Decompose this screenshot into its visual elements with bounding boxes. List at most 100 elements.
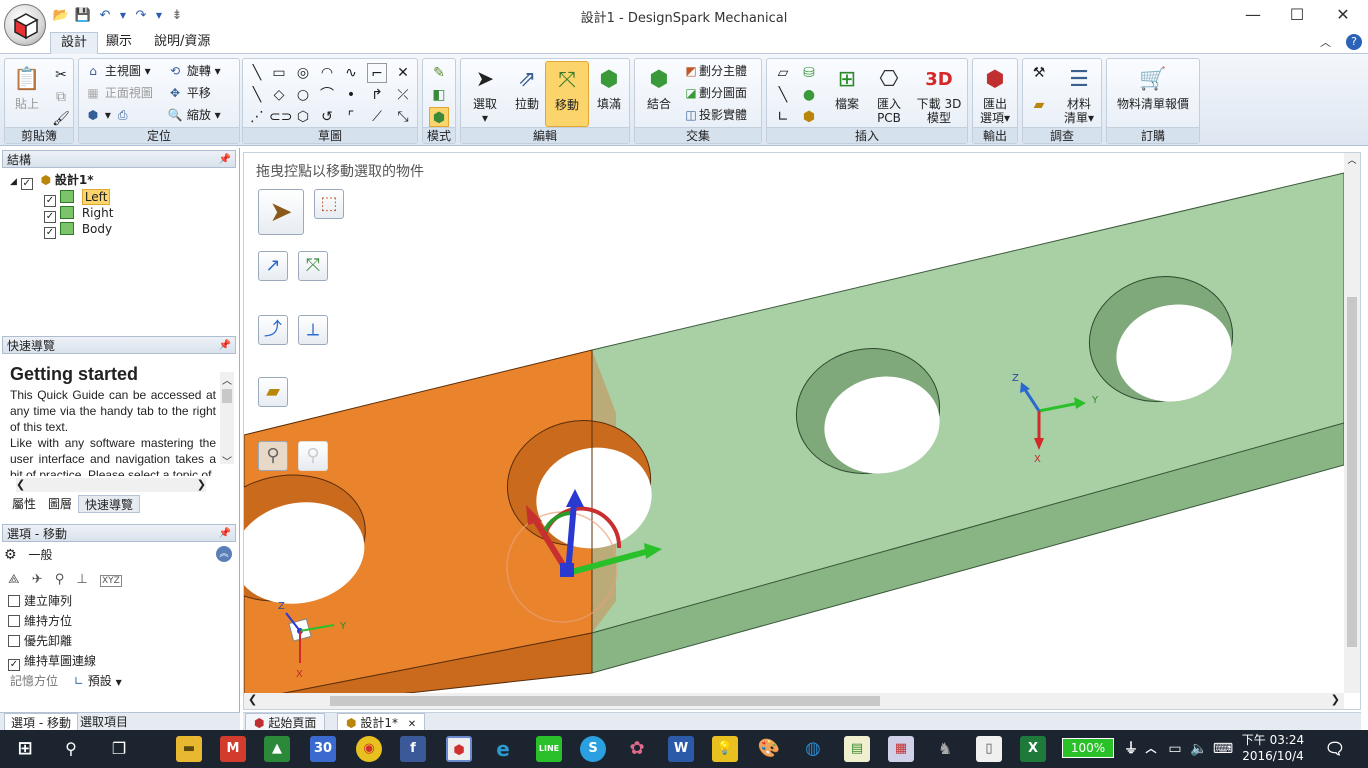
viewport-vscroll[interactable]: ︿ — [1344, 153, 1360, 693]
circle-icon[interactable]: ◎ — [293, 63, 313, 83]
fill-button[interactable]: ⬢ 填滿 — [587, 61, 631, 111]
quickguide-vscroll[interactable]: ︿ ﹀ — [220, 372, 234, 468]
tray-expand-icon[interactable]: ︿ — [1138, 736, 1164, 762]
facebook-icon[interactable]: f — [400, 736, 426, 762]
sphere-icon[interactable]: ● — [799, 85, 819, 105]
scroll-thumb[interactable] — [330, 696, 880, 706]
tab-options-move[interactable]: 選項 - 移動 — [4, 713, 78, 731]
minimize-button[interactable]: — — [1230, 0, 1276, 30]
shell-icon[interactable]: ⬢ — [799, 107, 819, 127]
mirror-icon[interactable]: ⟋ — [367, 107, 387, 127]
tree-root[interactable]: ◢ ✓ ⬢ 設計1* — [10, 172, 94, 190]
select-body-guide[interactable]: ⬚ — [314, 189, 344, 219]
pin-icon[interactable]: 📌 — [219, 151, 231, 169]
point-icon[interactable]: • — [341, 85, 361, 105]
move-button[interactable]: ⤧ 移動 — [545, 61, 589, 127]
ruler-icon[interactable]: ⚲ — [55, 572, 65, 587]
3d-viewport[interactable]: Z Y X Z Y X 拖曳控點以移動選取的物件 ➤ ⬚ ↗ ⤧ ⤴ ⟂ ▰ ⚲… — [243, 152, 1361, 710]
tab-design[interactable]: 設計 — [50, 32, 99, 54]
internet-explorer-icon[interactable]: e — [490, 736, 516, 762]
combine-button[interactable]: ⬢ 結合 — [637, 61, 681, 111]
pivot-guide[interactable]: ⟂ — [298, 315, 328, 345]
file-explorer-icon[interactable]: ▬ — [176, 736, 202, 762]
help-icon[interactable]: ? — [1346, 34, 1362, 50]
viewport-hscroll[interactable]: ❮ ❯ — [244, 693, 1344, 709]
checkbox[interactable] — [8, 615, 20, 627]
option-maintain-sketch[interactable]: ✓ 維持草圖連線 — [8, 653, 96, 671]
tab-quickguide[interactable]: 快速導覽 — [78, 495, 141, 513]
import-pcb-button[interactable]: ⎔ 匯入 PCB — [867, 61, 911, 125]
chart-app-icon[interactable]: ▤ — [844, 736, 870, 762]
select-tool-guide[interactable]: ➤ — [258, 189, 304, 235]
scroll-right-icon[interactable]: ❯ — [197, 478, 206, 491]
doc-tab-design1[interactable]: ⬢ 設計1* ✕ — [337, 713, 426, 731]
google-drive-icon[interactable]: ▲ — [264, 736, 290, 762]
scroll-thumb[interactable] — [222, 389, 232, 403]
ellipse-icon[interactable]: ○ — [293, 85, 313, 105]
xyz-icon[interactable]: XYZ — [99, 575, 122, 587]
project-body-button[interactable]: ◫ 投影實體 — [683, 105, 747, 126]
collapse-icon[interactable]: ◢ — [10, 177, 17, 187]
move-pivot-icon[interactable]: ✈ — [32, 572, 43, 587]
tab-layers[interactable]: 圖層 — [42, 495, 78, 513]
tab-selection[interactable]: 選取項目 — [74, 713, 134, 731]
skype-icon[interactable]: S — [580, 736, 606, 762]
close-tab-icon[interactable]: ✕ — [408, 719, 416, 730]
export-options-button[interactable]: ⬢ 匯出 選項▾ — [973, 61, 1017, 125]
collapse-section-icon[interactable]: ︽ — [216, 546, 232, 562]
tab-help[interactable]: 說明/資源 — [144, 32, 220, 54]
model-canvas[interactable]: Z Y X Z Y X — [244, 153, 1361, 710]
task-view-icon[interactable]: ❐ — [106, 736, 132, 762]
axis-icon[interactable]: ╲ — [773, 85, 793, 105]
scale-icon[interactable]: ⤡ — [393, 107, 413, 127]
checkbox[interactable] — [8, 595, 20, 607]
tree-item-left[interactable]: ✓ Left — [44, 189, 111, 207]
scroll-down-icon[interactable]: ﹀ — [220, 453, 234, 468]
scroll-up-icon[interactable]: ︿ — [220, 372, 234, 387]
line-icon[interactable]: ╲ — [247, 63, 267, 83]
view-cube-button[interactable]: ⬢ ▾ ⎙ — [85, 105, 131, 126]
three-point-arc-icon[interactable]: ⌒ — [317, 85, 337, 105]
construction-line-icon[interactable]: ⋰ — [247, 107, 267, 127]
origin-icon[interactable]: ∟ — [773, 107, 793, 127]
collapse-ribbon-icon[interactable]: ︿ — [1320, 34, 1331, 50]
scroll-left-icon[interactable]: ❮ — [248, 693, 257, 706]
slot-icon[interactable]: ⊂⊃ — [269, 107, 292, 127]
scroll-thumb[interactable] — [1347, 297, 1357, 647]
visibility-checkbox[interactable]: ✓ — [44, 227, 56, 239]
pan-button[interactable]: ✥ 平移 — [167, 83, 211, 104]
option-create-pattern[interactable]: 建立陣列 — [8, 593, 72, 609]
battery-indicator[interactable]: 100% — [1062, 738, 1114, 758]
pin-icon[interactable]: 📌 — [219, 337, 231, 355]
paste-button[interactable]: 📋 貼上 — [7, 61, 47, 111]
split-face-button[interactable]: ◪ 劃分圖面 — [683, 83, 747, 104]
document-app-icon[interactable]: ▯ — [976, 736, 1002, 762]
3d-mode-icon[interactable]: ⬢ — [429, 107, 449, 127]
option-keep-orientation[interactable]: 維持方位 — [8, 613, 72, 629]
home-view-button[interactable]: ⌂ 主視圖 ▾ — [85, 61, 151, 82]
visibility-checkbox[interactable]: ✓ — [20, 178, 33, 190]
download-3d-button[interactable]: 3D 下載 3D 模型 — [913, 61, 965, 125]
tree-item-body[interactable]: ✓ Body — [44, 221, 112, 239]
network-icon[interactable]: ▭ — [1162, 736, 1188, 762]
tab-properties[interactable]: 屬性 — [6, 495, 42, 513]
clock[interactable]: 下午 03:24 2016/10/4 — [1240, 732, 1306, 764]
up-to-guide[interactable]: ▰ — [258, 377, 288, 407]
close-button[interactable]: ✕ — [1320, 0, 1366, 30]
volume-icon[interactable]: 🔈 — [1186, 736, 1212, 762]
search-icon[interactable]: ⚲ — [58, 736, 84, 762]
insert-file-button[interactable]: ⊞ 檔案 — [825, 61, 869, 111]
polygon-icon[interactable]: ⬡ — [293, 107, 313, 127]
sketch-mode-icon[interactable]: ✎ — [429, 63, 449, 83]
copy-icon[interactable]: ⧉ — [51, 87, 71, 107]
line-icon-app[interactable]: LINE — [536, 736, 562, 762]
scroll-left-icon[interactable]: ❮ — [16, 478, 25, 491]
cut-icon[interactable]: ✂ — [51, 65, 71, 85]
project-icon[interactable]: ⤫ — [393, 85, 413, 105]
spin-button[interactable]: ⟲ 旋轉 ▾ — [167, 61, 221, 82]
designspark-icon[interactable]: ⬢ — [446, 736, 472, 762]
start-windows-icon[interactable]: ⊞ — [12, 736, 38, 762]
quickguide-hscroll[interactable]: ❮ ❯ — [16, 478, 206, 492]
move-direction-guide[interactable]: ↗ — [258, 251, 288, 281]
blue-app-icon[interactable]: ◍ — [800, 736, 826, 762]
